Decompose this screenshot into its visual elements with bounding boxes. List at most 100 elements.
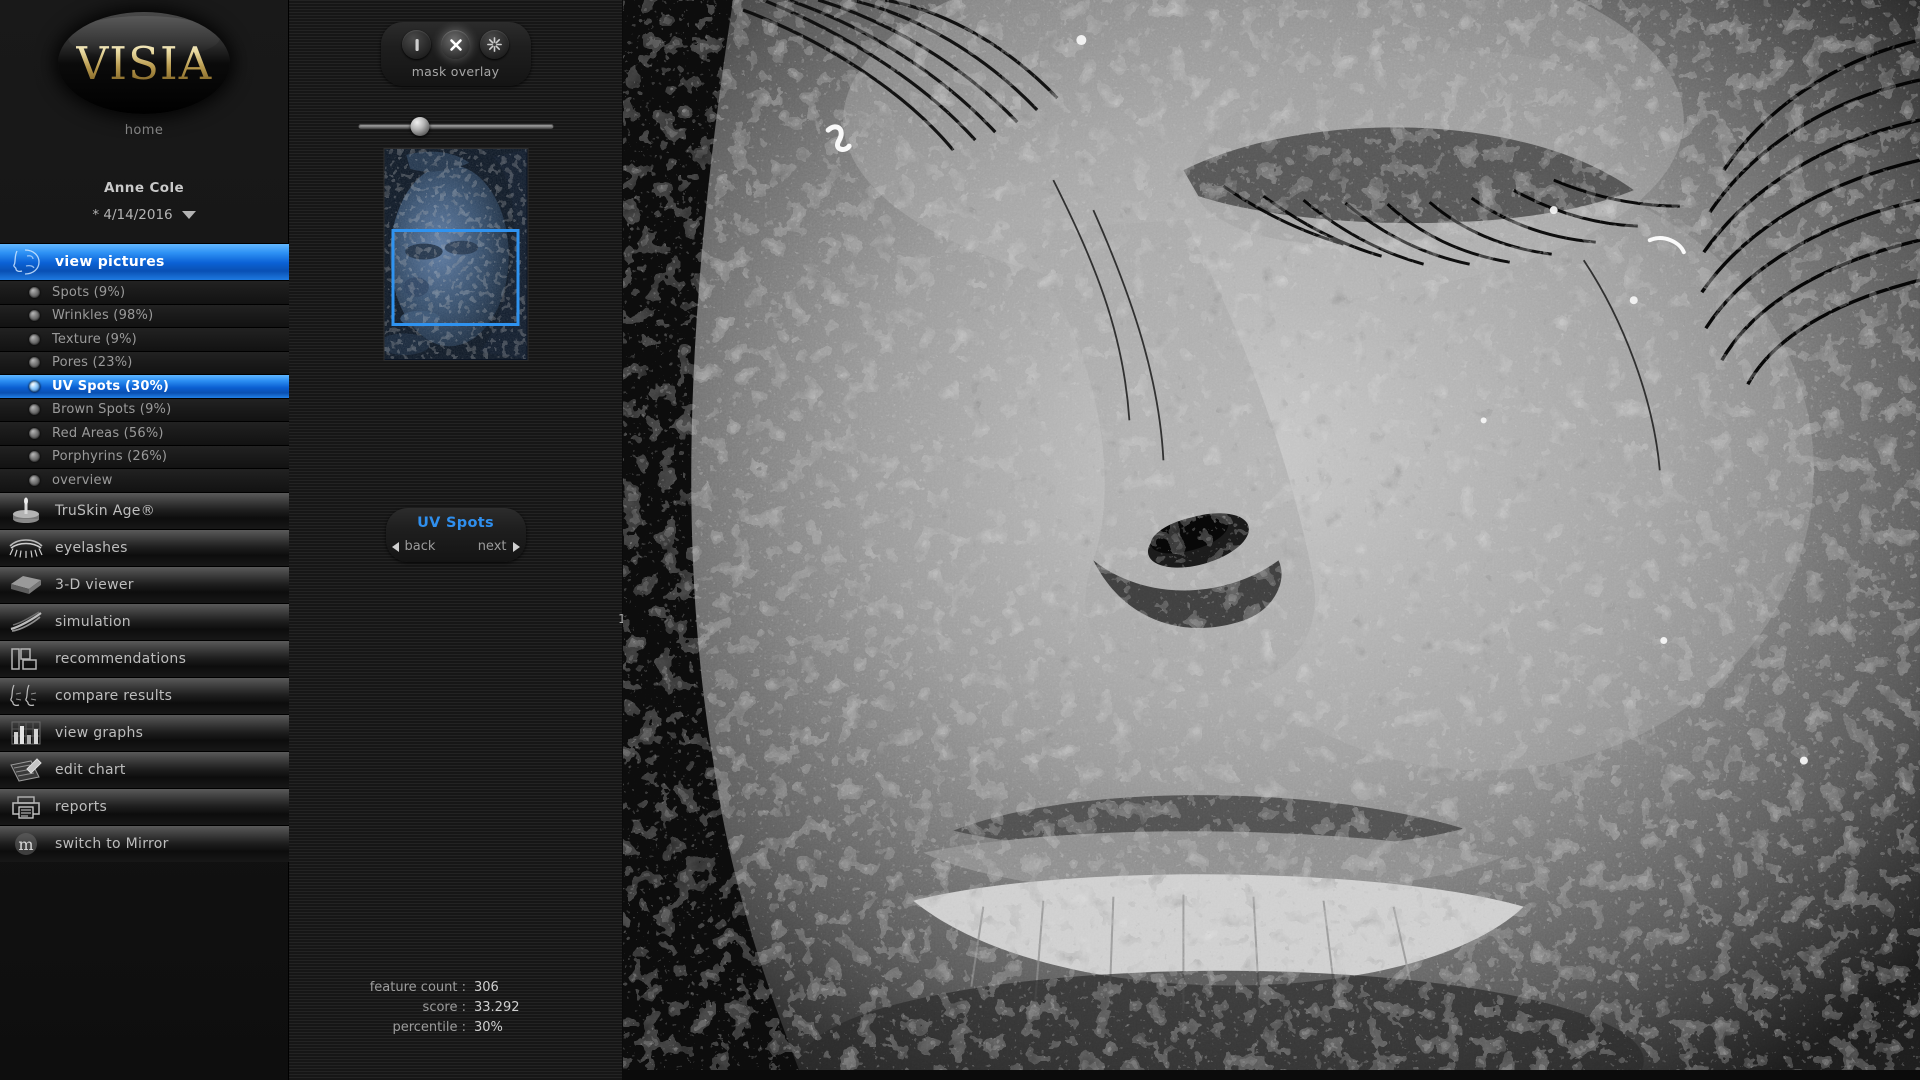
next-button[interactable]: next [478, 539, 520, 554]
radio-icon-selected [29, 380, 40, 392]
radio-icon [29, 427, 40, 439]
zoom-slider[interactable] [358, 117, 553, 136]
session-date-label: * 4/14/2016 [92, 207, 173, 223]
sidebar-item-compare-results[interactable]: compare results [0, 676, 289, 714]
sidebar-subitem-label: Porphyrins (26%) [52, 449, 168, 465]
logo-text: VISIA [75, 36, 213, 90]
mask-overlay-label: mask overlay [411, 64, 500, 79]
feature-nav-links: back next [386, 539, 526, 554]
radio-icon [29, 474, 40, 486]
stat-score: score : 33.292 [289, 998, 623, 1018]
sidebar-subitem-label: Texture (9%) [52, 331, 137, 347]
stat-label: feature count : [369, 980, 466, 995]
bar-icon-button[interactable] [402, 30, 431, 59]
chevron-right-icon [512, 541, 520, 552]
feature-title: UV Spots [417, 515, 494, 531]
sidebar-item-label: 3-D viewer [55, 576, 134, 593]
chevron-left-icon [391, 541, 399, 552]
sidebar-item-label: view pictures [55, 254, 165, 270]
visia-logo: VISIA [58, 12, 230, 114]
birthday-candle-icon [6, 497, 46, 525]
radio-icon [29, 404, 40, 416]
sidebar-item-label: eyelashes [55, 539, 128, 556]
sidebar: VISIA home Anne Cole * 4/14/2016 view pi… [0, 0, 289, 1080]
sidebar-item-simulation[interactable]: simulation [0, 602, 289, 640]
sidebar-subitem-spots[interactable]: Spots (9%) [0, 280, 289, 304]
chevron-down-icon [181, 211, 196, 219]
close-x-icon-button[interactable] [441, 30, 470, 59]
sidebar-item-reports[interactable]: reports [0, 787, 289, 825]
sidebar-item-recommendations[interactable]: recommendations [0, 639, 289, 677]
two-faces-icon [6, 683, 46, 709]
sidebar-subitem-label: overview [52, 472, 113, 488]
stat-value: 30% [474, 1020, 503, 1035]
sidebar-item-label: switch to Mirror [55, 835, 169, 852]
stat-feature-count: feature count : 306 [289, 978, 623, 998]
sidebar-subitem-red-areas[interactable]: Red Areas (56%) [0, 421, 289, 445]
thumbnail-selection-rectangle[interactable] [391, 229, 519, 326]
patient-name: Anne Cole [103, 180, 185, 196]
radio-icon [29, 451, 40, 463]
eyelash-icon [6, 534, 46, 562]
sidebar-subitem-label: Spots (9%) [52, 284, 126, 300]
navigator-thumbnail[interactable] [383, 148, 528, 361]
sidebar-item-label: reports [55, 798, 108, 815]
logo-container: VISIA [0, 0, 288, 114]
mask-overlay-buttons [381, 30, 531, 59]
bar-chart-icon [6, 720, 46, 746]
back-button[interactable]: back [391, 539, 436, 554]
sidebar-item-edit-chart[interactable]: edit chart [0, 750, 289, 788]
slider-track [358, 124, 553, 129]
sidebar-item-label: recommendations [55, 650, 187, 667]
face-profile-icon [10, 247, 46, 277]
stat-label: score : [422, 1000, 466, 1015]
sidebar-subitem-texture[interactable]: Texture (9%) [0, 327, 289, 351]
home-link[interactable]: home [0, 123, 288, 138]
asterisk-burst-icon-button[interactable] [480, 30, 509, 59]
visia-app-window: VISIA home Anne Cole * 4/14/2016 view pi… [0, 0, 1920, 1080]
sidebar-subitem-label: Brown Spots (9%) [52, 402, 172, 418]
sidebar-subitem-overview[interactable]: overview [0, 468, 289, 492]
cube-3d-icon [6, 572, 46, 598]
sidebar-item-view-graphs[interactable]: view graphs [0, 713, 289, 751]
center-control-panel: mask overlay UV Spots back next feature … [289, 0, 820, 1080]
sidebar-subitem-wrinkles[interactable]: Wrinkles (98%) [0, 303, 289, 327]
sidebar-item-3d-viewer[interactable]: 3-D viewer [0, 565, 289, 603]
main-image-viewport[interactable] [623, 0, 1920, 1080]
sidebar-item-label: compare results [55, 687, 173, 704]
sidebar-item-view-pictures[interactable]: view pictures [0, 243, 289, 280]
percentile-chart: 100 90 80 70 60 50 40 30 20 10 0 [289, 612, 820, 959]
sidebar-item-eyelashes[interactable]: eyelashes [0, 528, 289, 566]
sidebar-item-switch-to-mirror[interactable]: m switch to Mirror [0, 824, 289, 862]
sidebar-subitem-label: Red Areas (56%) [52, 425, 164, 441]
sidebar-menu: view pictures Spots (9%) Wrinkles (98%) … [0, 243, 289, 862]
sidebar-item-label: simulation [55, 613, 131, 630]
mirror-m-icon: m [6, 831, 46, 857]
radio-icon [29, 333, 40, 345]
slider-knob[interactable] [410, 117, 429, 136]
products-icon [6, 646, 46, 672]
stat-value: 33.292 [474, 1000, 520, 1015]
sidebar-subitem-uv-spots[interactable]: UV Spots (30%) [0, 374, 289, 398]
sidebar-item-label: edit chart [55, 761, 126, 778]
mask-overlay-control: mask overlay [380, 22, 531, 86]
sidebar-subitem-label: Pores (23%) [52, 355, 133, 371]
stat-percentile: percentile : 30% [289, 1018, 623, 1038]
sidebar-subitem-porphyrins[interactable]: Porphyrins (26%) [0, 444, 289, 468]
back-label: back [404, 539, 436, 554]
sidebar-subitem-brown-spots[interactable]: Brown Spots (9%) [0, 397, 289, 421]
radio-icon [29, 310, 40, 322]
sidebar-subitem-label: Wrinkles (98%) [52, 308, 154, 324]
stat-value: 306 [474, 980, 499, 995]
svg-text:m: m [18, 835, 33, 854]
radio-icon [29, 286, 40, 298]
session-date-dropdown[interactable]: * 4/14/2016 [0, 207, 288, 223]
sidebar-item-truskin-age[interactable]: TruSkin Age® [0, 491, 289, 529]
feature-statistics: feature count : 306 score : 33.292 perce… [289, 978, 623, 1038]
next-label: next [477, 539, 507, 554]
sidebar-subitem-label: UV Spots (30%) [52, 378, 170, 394]
sidebar-item-label: TruSkin Age® [55, 502, 156, 519]
viewport-bottom-bar [623, 1070, 1920, 1080]
sidebar-subitem-pores[interactable]: Pores (23%) [0, 350, 289, 374]
brush-stroke-icon [6, 609, 46, 635]
